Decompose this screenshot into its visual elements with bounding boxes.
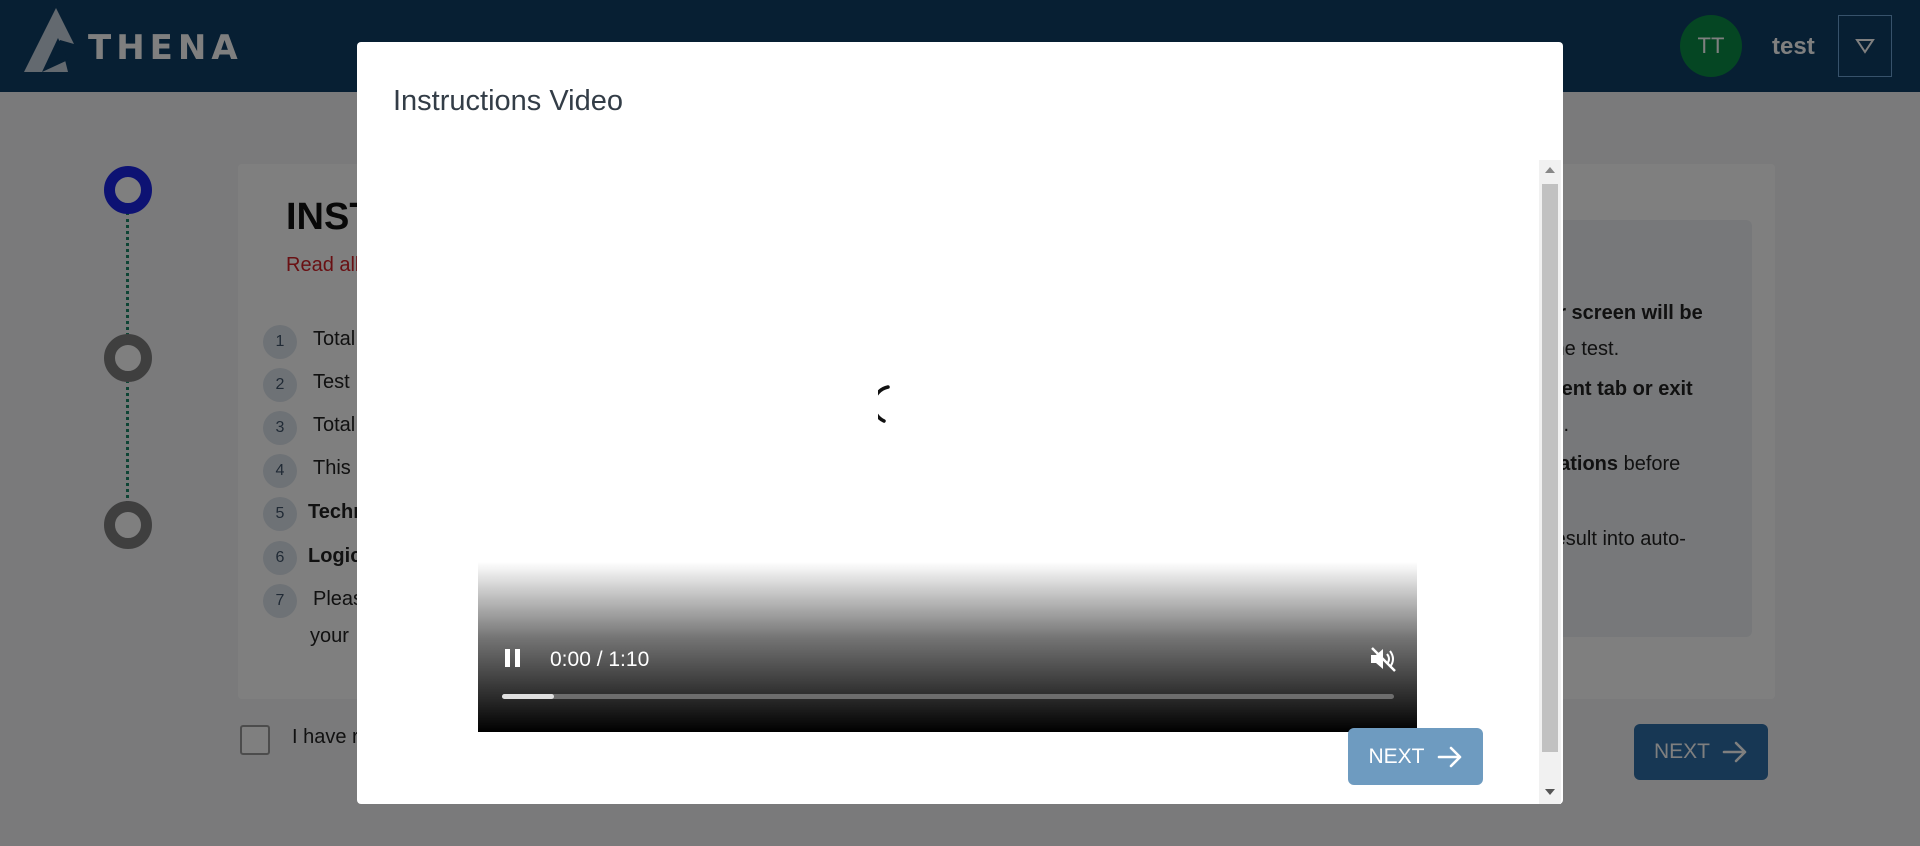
video-controls: 0:00 / 1:10 [478, 562, 1417, 732]
scroll-up-arrow-icon[interactable] [1545, 167, 1555, 173]
instructions-video-player[interactable]: 0:00 / 1:10 [478, 178, 1417, 732]
loading-spinner-icon [878, 385, 890, 423]
modal-scrollbar[interactable] [1539, 160, 1561, 804]
volume-muted-icon[interactable] [1368, 645, 1398, 673]
video-time: 0:00 / 1:10 [550, 648, 650, 671]
pause-icon[interactable] [504, 648, 522, 668]
video-progress-bar[interactable] [502, 694, 1394, 699]
arrow-right-icon [1437, 746, 1461, 767]
modal-next-button[interactable]: NEXT [1348, 728, 1483, 785]
modal-title: Instructions Video [393, 85, 623, 117]
modal-next-button-label: NEXT [1368, 744, 1425, 768]
video-progress-fill [502, 694, 554, 699]
scrollbar-thumb[interactable] [1542, 184, 1558, 752]
instructions-video-modal: Instructions Video 0:00 / 1:10 NEXT [357, 42, 1563, 804]
scroll-down-arrow-icon[interactable] [1545, 789, 1555, 795]
